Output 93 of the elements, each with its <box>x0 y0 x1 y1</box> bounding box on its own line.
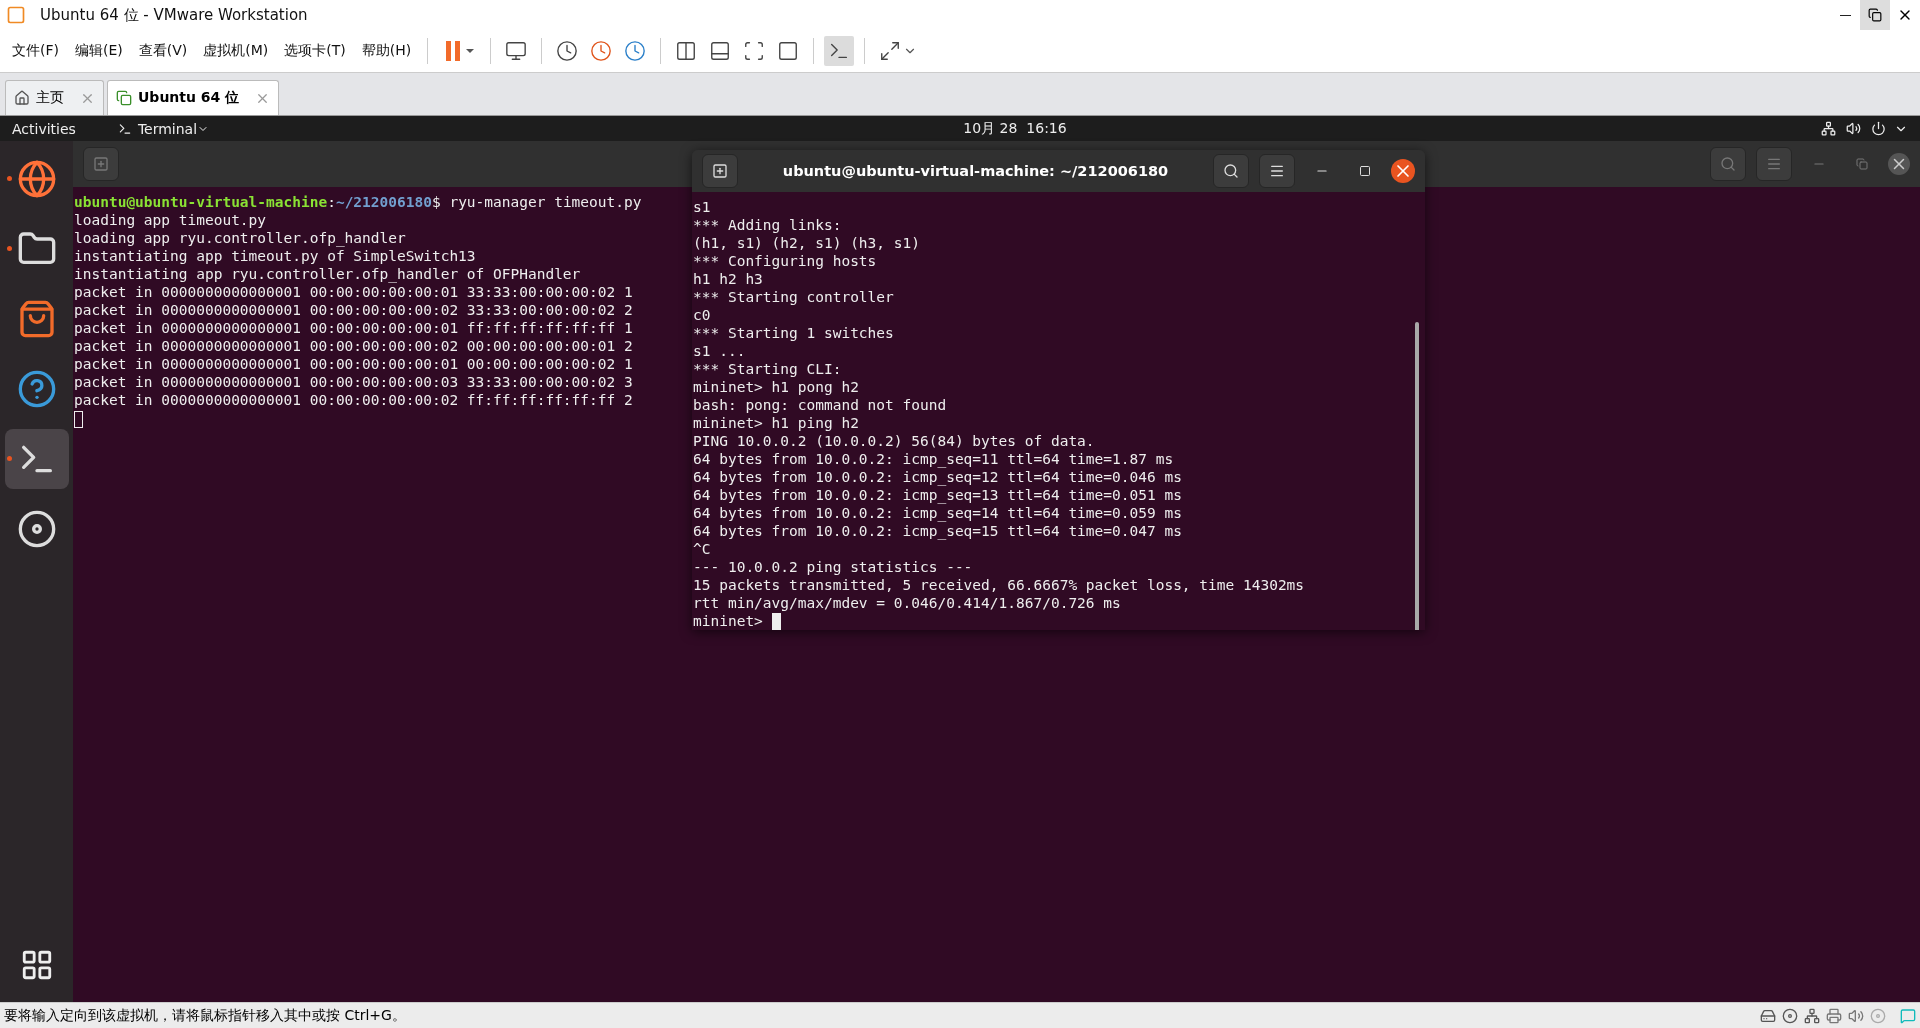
menu-item[interactable]: 帮助(H) <box>355 42 418 60</box>
terminal-line: mininet> <box>693 611 781 630</box>
terminal-line: PING 10.0.0.2 (10.0.0.2) 56(84) bytes of data. <box>693 431 1095 450</box>
terminal-line: packet in 0000000000000001 00:00:00:00:00:01 00:00:00:00:00:02 1 <box>74 355 633 373</box>
terminal-line: 64 bytes from 10.0.0.2: icmp_seq=15 ttl=64 time=0.047 ms <box>693 522 1182 540</box>
terminal-line: 15 packets transmitted, 5 received, 66.6667% packet loss, time 14302ms <box>693 575 1305 594</box>
monitor-icon <box>505 40 528 62</box>
columns-icon <box>675 40 698 62</box>
status-message: 要将输入定向到该虚拟机，请将鼠标指针移入其中或按 Ctrl+G。 <box>4 1006 407 1025</box>
clock-icon <box>556 40 579 62</box>
new-tab-button[interactable] <box>702 153 738 188</box>
terminal-line: packet in 0000000000000001 00:00:00:00:00:03 33:33:00:00:00:02 3 <box>74 373 633 391</box>
terminal-line: packet in 0000000000000001 00:00:00:00:00:02 00:00:00:00:00:01 2 <box>74 337 633 355</box>
tab-label: 主页 <box>36 89 64 107</box>
panel-icon <box>709 40 732 62</box>
terminal-line: 64 bytes from 10.0.0.2: icmp_seq=12 ttl=64 time=0.046 ms <box>693 468 1182 486</box>
speaker-icon[interactable] <box>1848 1007 1864 1024</box>
close-icon[interactable] <box>1391 158 1415 183</box>
tab[interactable]: 主页 <box>5 80 104 115</box>
terminal-line: mininet> h1 ping h2 <box>693 413 859 432</box>
terminal-line: *** Configuring hosts <box>693 251 877 270</box>
terminal-line: *** Starting 1 switches <box>693 323 894 342</box>
terminal-line: 64 bytes from 10.0.0.2: icmp_seq=13 ttl=64 time=0.051 ms <box>693 486 1182 504</box>
volume-icon[interactable] <box>1846 121 1861 136</box>
terminal-line: mininet> h1 pong h2 <box>693 377 859 396</box>
network-icon[interactable] <box>1821 121 1836 136</box>
terminal-line: h1 h2 h3 <box>693 269 763 288</box>
activities-button[interactable]: Activities <box>12 120 76 137</box>
terminal-title: ubuntu@ubuntu-virtual-machine: ~/212006180 <box>781 162 1170 179</box>
terminal-line: (h1, s1) (h2, s1) (h3, s1) <box>693 233 920 252</box>
search-icon <box>1223 162 1239 179</box>
disc-icon <box>16 509 57 549</box>
terminal-line: --- 10.0.0.2 ping statistics --- <box>693 557 973 576</box>
app-menu[interactable]: Terminal <box>137 120 198 137</box>
console-button[interactable] <box>824 36 855 66</box>
terminal-line: instantiating app ryu.controller.ofp_handler of OFPHandler <box>74 265 581 283</box>
expand-icon <box>879 40 902 62</box>
terminal-line: ^C <box>693 539 711 558</box>
network-icon[interactable] <box>1804 1007 1820 1024</box>
help-icon <box>16 369 57 409</box>
clock[interactable]: 10月 28 16:16 <box>963 119 1067 138</box>
clock-icon <box>590 40 613 62</box>
dock-item[interactable] <box>4 429 69 489</box>
terminal-line: loading app ryu.controller.ofp_handler <box>74 229 406 247</box>
menu-item[interactable]: 文件(F) <box>6 42 65 60</box>
close-icon[interactable] <box>1888 153 1910 175</box>
disc-icon[interactable] <box>1782 1007 1798 1024</box>
menu-icon <box>1766 156 1782 172</box>
maximize-icon[interactable] <box>1359 164 1371 177</box>
menu-item[interactable]: 查看(V) <box>132 42 194 60</box>
terminal-icon <box>117 121 132 136</box>
menu-item[interactable]: 虚拟机(M) <box>197 42 275 60</box>
terminal-line: packet in 0000000000000001 00:00:00:00:00:01 ff:ff:ff:ff:ff:ff 1 <box>74 319 633 337</box>
search-icon <box>1720 156 1736 172</box>
minimize-icon <box>1839 14 1851 16</box>
app-logo-icon <box>6 5 26 25</box>
tab[interactable]: Ubuntu 64 位 <box>107 80 280 115</box>
restore-icon <box>1868 8 1882 22</box>
square-icon <box>777 40 800 62</box>
menu-item[interactable]: 编辑(E) <box>69 42 129 60</box>
menu-button[interactable] <box>1259 153 1295 188</box>
cursor <box>74 410 83 428</box>
terminal-line: loading app timeout.py <box>74 211 267 229</box>
search-button[interactable] <box>1213 153 1249 188</box>
restore-button[interactable] <box>1860 0 1890 30</box>
terminal-line: *** Adding links: <box>693 215 842 234</box>
terminal-line: bash: pong: command not found <box>693 395 947 414</box>
fullscreen-icon <box>743 40 766 62</box>
home-icon <box>14 90 30 106</box>
terminal-line: c0 <box>693 305 711 324</box>
printer-icon[interactable] <box>1826 1007 1842 1024</box>
new-tab-icon <box>93 156 109 172</box>
vm-icon <box>116 90 132 106</box>
terminal-line: *** Starting CLI: <box>693 359 842 378</box>
terminal-line: packet in 0000000000000001 00:00:00:00:00:02 33:33:00:00:00:02 2 <box>74 301 633 319</box>
terminal-line: ubuntu@ubuntu-virtual-machine:~/212006180$ ryu-manager timeout.py <box>74 193 642 211</box>
terminal-line: rtt min/avg/max/mdev = 0.046/0.414/1.867/0.726 ms <box>693 593 1121 612</box>
terminal-line: 64 bytes from 10.0.0.2: icmp_seq=11 ttl=64 time=1.87 ms <box>693 449 1174 468</box>
tab-label: Ubuntu 64 位 <box>138 89 240 107</box>
terminal-line: s1 ... <box>693 341 746 360</box>
terminal-line: packet in 0000000000000001 00:00:00:00:00:02 ff:ff:ff:ff:ff:ff 2 <box>74 391 633 409</box>
menu-item[interactable]: 选项卡(T) <box>278 42 352 60</box>
terminal-line: packet in 0000000000000001 00:00:00:00:00:01 33:33:00:00:00:02 1 <box>74 283 633 301</box>
window-title: Ubuntu 64 位 - VMware Workstation <box>40 5 309 25</box>
globe-icon <box>16 159 57 199</box>
scrollbar[interactable] <box>1415 321 1419 630</box>
power-icon[interactable] <box>1871 121 1886 136</box>
terminal-line: 64 bytes from 10.0.0.2: icmp_seq=14 ttl=64 time=0.059 ms <box>693 504 1182 522</box>
new-tab-icon <box>712 162 728 179</box>
clock-icon <box>624 40 647 62</box>
terminal-line: s1 <box>693 197 711 216</box>
terminal-line: *** Starting controller <box>693 287 894 306</box>
terminal-line: instantiating app timeout.py of SimpleSwitch13 <box>74 247 476 265</box>
